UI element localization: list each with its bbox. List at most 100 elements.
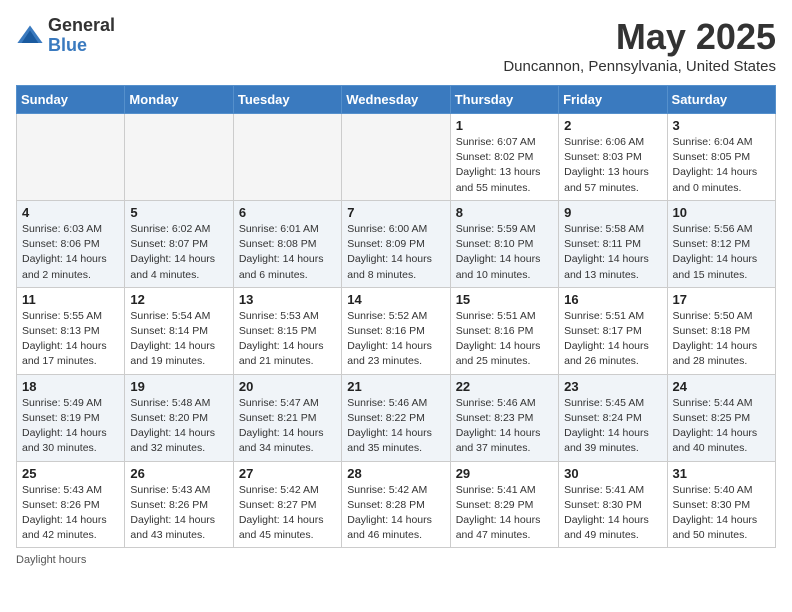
cell-info: Sunrise: 5:58 AMSunset: 8:11 PMDaylight:… [564,222,661,283]
calendar-week-row: 1 Sunrise: 6:07 AMSunset: 8:02 PMDaylight… [17,114,776,201]
cell-day-number: 29 [456,466,553,481]
calendar-cell: 8Sunrise: 5:59 AMSunset: 8:10 PMDaylight… [450,200,558,287]
calendar-cell: 1 Sunrise: 6:07 AMSunset: 8:02 PMDaylight… [450,114,558,201]
cell-info: Sunrise: 5:49 AMSunset: 8:19 PMDaylight:… [22,396,119,457]
weekday-header: Monday [125,86,233,114]
calendar-cell: 13 Sunrise: 5:53 AMSunset: 8:15 PMDayligh… [233,287,341,374]
cell-day-number: 14 [347,292,444,307]
cell-info: Sunrise: 5:55 AMSunset: 8:13 PMDaylight:… [22,309,119,370]
footer-note: Daylight hours [16,554,776,566]
cell-day-number: 23 [564,379,661,394]
cell-day-number: 11 [22,292,119,307]
cell-info: Sunrise: 6:00 AMSunset: 8:09 PMDaylight:… [347,222,444,283]
weekday-header: Friday [559,86,667,114]
calendar-subtitle: Duncannon, Pennsylvania, United States [503,58,776,75]
calendar-cell [342,114,450,201]
cell-day-number: 28 [347,466,444,481]
calendar-cell: 6Sunrise: 6:01 AMSunset: 8:08 PMDaylight… [233,200,341,287]
cell-day-number: 24 [673,379,770,394]
calendar-cell: 16 Sunrise: 5:51 AMSunset: 8:17 PMDayligh… [559,287,667,374]
calendar-cell: 10 Sunrise: 5:56 AMSunset: 8:12 PMDayligh… [667,200,775,287]
calendar-cell: 26 Sunrise: 5:43 AMSunset: 8:26 PMDayligh… [125,461,233,548]
cell-info: Sunrise: 5:42 AMSunset: 8:28 PMDaylight:… [347,483,444,544]
cell-info: Sunrise: 5:51 AMSunset: 8:17 PMDaylight:… [564,309,661,370]
calendar-week-row: 4Sunrise: 6:03 AMSunset: 8:06 PMDaylight… [17,200,776,287]
calendar-cell: 28 Sunrise: 5:42 AMSunset: 8:28 PMDayligh… [342,461,450,548]
cell-info: Sunrise: 5:41 AMSunset: 8:30 PMDaylight:… [564,483,661,544]
cell-info: Sunrise: 5:43 AMSunset: 8:26 PMDaylight:… [22,483,119,544]
calendar-cell: 30 Sunrise: 5:41 AMSunset: 8:30 PMDayligh… [559,461,667,548]
calendar-cell: 2 Sunrise: 6:06 AMSunset: 8:03 PMDaylight… [559,114,667,201]
cell-info: Sunrise: 5:47 AMSunset: 8:21 PMDaylight:… [239,396,336,457]
calendar-cell: 29 Sunrise: 5:41 AMSunset: 8:29 PMDayligh… [450,461,558,548]
cell-day-number: 19 [130,379,227,394]
calendar-cell: 17 Sunrise: 5:50 AMSunset: 8:18 PMDayligh… [667,287,775,374]
cell-info: Sunrise: 5:46 AMSunset: 8:22 PMDaylight:… [347,396,444,457]
cell-info: Sunrise: 5:42 AMSunset: 8:27 PMDaylight:… [239,483,336,544]
calendar-cell: 14Sunrise: 5:52 AMSunset: 8:16 PMDayligh… [342,287,450,374]
calendar-week-row: 25 Sunrise: 5:43 AMSunset: 8:26 PMDayligh… [17,461,776,548]
cell-day-number: 15 [456,292,553,307]
cell-day-number: 12 [130,292,227,307]
cell-day-number: 25 [22,466,119,481]
header: General Blue May 2025 Duncannon, Pennsyl… [16,16,776,75]
cell-day-number: 1 [456,118,553,133]
cell-day-number: 17 [673,292,770,307]
calendar-cell [125,114,233,201]
logo-blue-text: Blue [48,36,115,56]
weekday-header: Tuesday [233,86,341,114]
cell-day-number: 26 [130,466,227,481]
cell-info: Sunrise: 5:43 AMSunset: 8:26 PMDaylight:… [130,483,227,544]
cell-info: Sunrise: 6:07 AMSunset: 8:02 PMDaylight:… [456,135,553,196]
calendar-cell: 9 Sunrise: 5:58 AMSunset: 8:11 PMDaylight… [559,200,667,287]
cell-day-number: 22 [456,379,553,394]
cell-info: Sunrise: 5:44 AMSunset: 8:25 PMDaylight:… [673,396,770,457]
logo-text: General Blue [48,16,115,56]
calendar-cell: 19Sunrise: 5:48 AMSunset: 8:20 PMDayligh… [125,374,233,461]
calendar-cell: 24 Sunrise: 5:44 AMSunset: 8:25 PMDayligh… [667,374,775,461]
cell-info: Sunrise: 6:02 AMSunset: 8:07 PMDaylight:… [130,222,227,283]
title-area: May 2025 Duncannon, Pennsylvania, United… [503,16,776,75]
cell-day-number: 9 [564,205,661,220]
cell-day-number: 18 [22,379,119,394]
logo: General Blue [16,16,115,56]
cell-day-number: 3 [673,118,770,133]
cell-day-number: 7 [347,205,444,220]
calendar-cell: 21 Sunrise: 5:46 AMSunset: 8:22 PMDayligh… [342,374,450,461]
cell-info: Sunrise: 6:04 AMSunset: 8:05 PMDaylight:… [673,135,770,196]
logo-general-text: General [48,16,115,36]
cell-day-number: 13 [239,292,336,307]
cell-day-number: 20 [239,379,336,394]
cell-day-number: 27 [239,466,336,481]
calendar-cell: 23 Sunrise: 5:45 AMSunset: 8:24 PMDayligh… [559,374,667,461]
cell-info: Sunrise: 5:53 AMSunset: 8:15 PMDaylight:… [239,309,336,370]
calendar-cell: 4Sunrise: 6:03 AMSunset: 8:06 PMDaylight… [17,200,125,287]
calendar-cell: 7 Sunrise: 6:00 AMSunset: 8:09 PMDaylight… [342,200,450,287]
cell-info: Sunrise: 5:40 AMSunset: 8:30 PMDaylight:… [673,483,770,544]
calendar-table: SundayMondayTuesdayWednesdayThursdayFrid… [16,85,776,548]
calendar-week-row: 11 Sunrise: 5:55 AMSunset: 8:13 PMDayligh… [17,287,776,374]
weekday-header: Thursday [450,86,558,114]
calendar-cell: 25 Sunrise: 5:43 AMSunset: 8:26 PMDayligh… [17,461,125,548]
cell-day-number: 30 [564,466,661,481]
cell-day-number: 31 [673,466,770,481]
cell-info: Sunrise: 5:46 AMSunset: 8:23 PMDaylight:… [456,396,553,457]
cell-info: Sunrise: 5:56 AMSunset: 8:12 PMDaylight:… [673,222,770,283]
cell-info: Sunrise: 5:45 AMSunset: 8:24 PMDaylight:… [564,396,661,457]
weekday-header: Wednesday [342,86,450,114]
cell-day-number: 10 [673,205,770,220]
cell-day-number: 16 [564,292,661,307]
cell-info: Sunrise: 5:50 AMSunset: 8:18 PMDaylight:… [673,309,770,370]
cell-info: Sunrise: 5:51 AMSunset: 8:16 PMDaylight:… [456,309,553,370]
cell-day-number: 2 [564,118,661,133]
cell-day-number: 4 [22,205,119,220]
cell-info: Sunrise: 5:54 AMSunset: 8:14 PMDaylight:… [130,309,227,370]
calendar-cell: 22 Sunrise: 5:46 AMSunset: 8:23 PMDayligh… [450,374,558,461]
cell-info: Sunrise: 6:06 AMSunset: 8:03 PMDaylight:… [564,135,661,196]
calendar-cell [233,114,341,201]
cell-day-number: 5 [130,205,227,220]
weekday-header-row: SundayMondayTuesdayWednesdayThursdayFrid… [17,86,776,114]
cell-day-number: 21 [347,379,444,394]
cell-info: Sunrise: 5:41 AMSunset: 8:29 PMDaylight:… [456,483,553,544]
calendar-cell: 3 Sunrise: 6:04 AMSunset: 8:05 PMDaylight… [667,114,775,201]
